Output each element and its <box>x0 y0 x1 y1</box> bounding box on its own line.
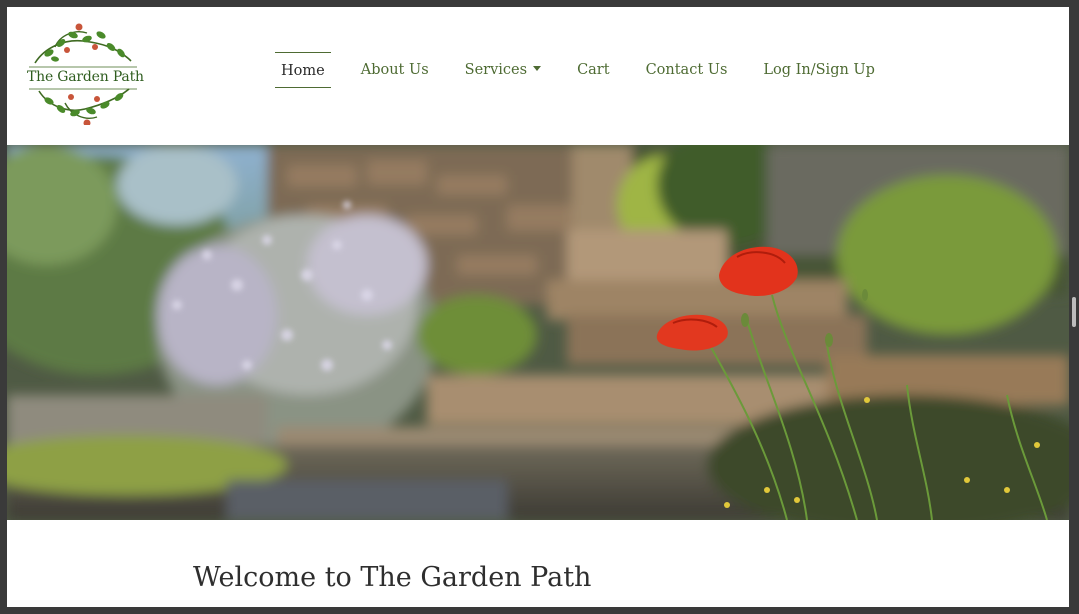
caret-down-icon <box>533 65 542 71</box>
page-heading: Welcome to The Garden Path <box>193 562 592 593</box>
nav-login-signup[interactable]: Log In/Sign Up <box>745 52 893 88</box>
hero-image <box>7 145 1069 520</box>
nav-home[interactable]: Home <box>275 52 331 88</box>
nav-services[interactable]: Services <box>447 52 559 88</box>
nav-about-us[interactable]: About Us <box>343 52 447 88</box>
site-logo[interactable]: The Garden Path <box>25 17 144 127</box>
site-header: The Garden Path Home About Us Services C… <box>7 7 1069 145</box>
main-nav: Home About Us Services Cart Contact Us L… <box>269 52 893 88</box>
nav-services-label: Services <box>464 62 528 78</box>
logo-text: The Garden Path <box>27 69 144 85</box>
scroll-thumb[interactable] <box>1072 297 1076 327</box>
scrollbar[interactable] <box>1069 7 1079 607</box>
page: The Garden Path Home About Us Services C… <box>7 7 1069 607</box>
garden-photo <box>7 145 1069 520</box>
nav-contact-us[interactable]: Contact Us <box>628 52 746 88</box>
nav-cart[interactable]: Cart <box>559 52 628 88</box>
